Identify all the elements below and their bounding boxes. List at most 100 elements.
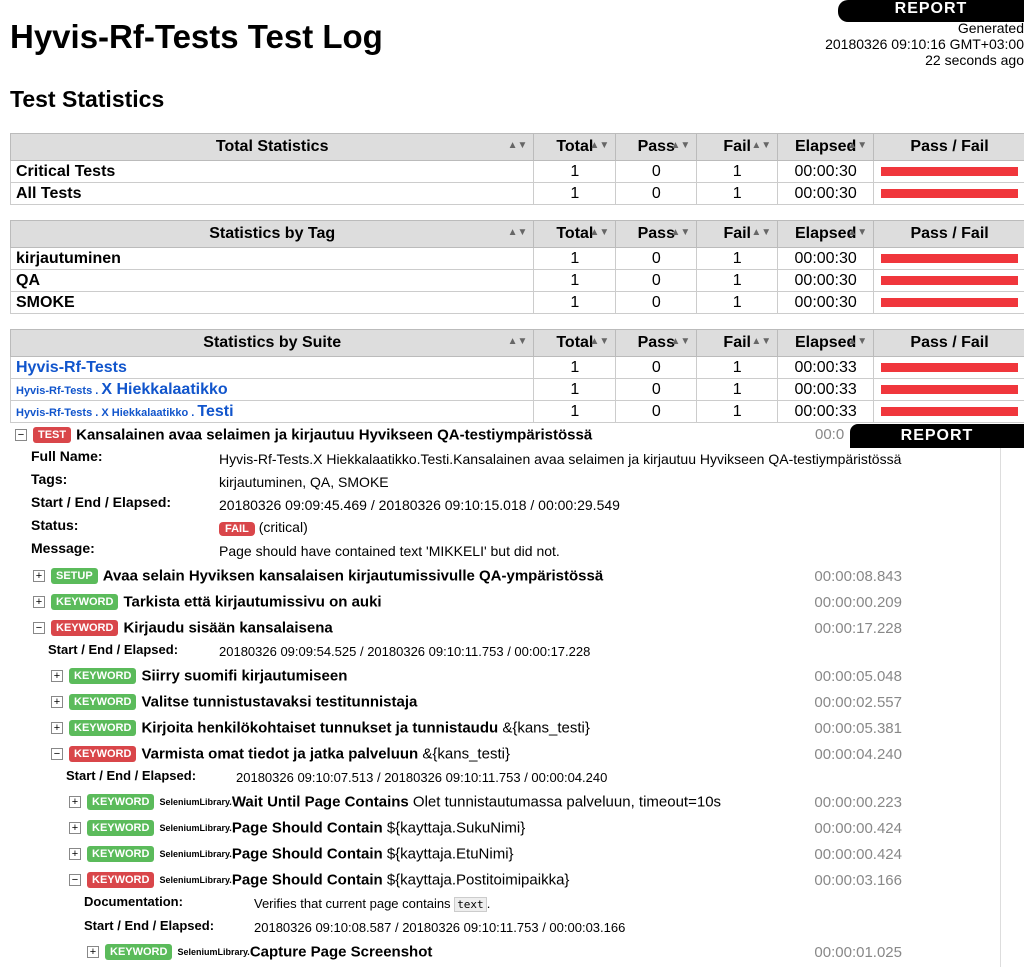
test-header[interactable]: − TEST Kansalainen avaa selaimen ja kirjau… — [15, 426, 592, 444]
keyword-name: Kirjoita henkilökohtaiset tunnukset ja t… — [141, 719, 499, 737]
pass-cell: 0 — [615, 378, 698, 401]
pass-cell: 0 — [615, 247, 698, 270]
fail-column-header[interactable]: Fail ▲▼ — [696, 133, 779, 161]
keyword-elapsed: 00:00:00.424 — [814, 820, 902, 837]
keyword-args: Olet tunnistautumassa palveluun, timeout… — [408, 793, 722, 811]
tag-statistics-header[interactable]: Statistics by Tag ▲▼ — [9, 220, 535, 248]
pass-column-header[interactable]: Pass ▲▼ — [615, 220, 698, 248]
elapsed-cell: 00:00:33 — [777, 400, 875, 423]
library-name: SeleniumLibrary. — [159, 874, 232, 885]
elapsed-column-header[interactable]: Elapsed ▲▼ — [777, 220, 875, 248]
verify-times-label: Start / End / Elapsed: — [66, 768, 197, 783]
keyword-label: KEYWORD — [51, 619, 119, 636]
expand-icon[interactable]: + — [87, 945, 99, 958]
keyword-row[interactable]: − KEYWORD SeleniumLibrary.Page Should Cont… — [69, 871, 569, 889]
times-value: 20180326 09:09:45.469 / 20180326 09:10:1… — [219, 497, 620, 513]
stat-row: All Tests 1 0 1 00:00:30 — [9, 182, 1024, 205]
keyword-elapsed: 00:00:05.381 — [814, 720, 902, 737]
passfail-column-header: Pass / Fail — [873, 220, 1024, 248]
sort-icon: ▲▼ — [589, 227, 610, 238]
keyword-elapsed: 00:00:02.557 — [814, 694, 902, 711]
stat-row: Hyvis-Rf-Tests . X Hiekkalaatikko 1 0 1 00:0… — [9, 378, 1024, 401]
fail-column-header[interactable]: Fail ▲▼ — [696, 329, 779, 357]
pass-fail-bar-cell — [873, 182, 1024, 205]
pass-column-header[interactable]: Pass ▲▼ — [615, 329, 698, 357]
total-column-header[interactable]: Total ▲▼ — [533, 220, 617, 248]
report-link-floating[interactable]: REPORT — [850, 424, 1024, 448]
keyword-row[interactable]: − KEYWORD Kirjaudu sisään kansalaisena — [33, 619, 333, 637]
sort-icon: ▲▼ — [751, 227, 772, 238]
expand-icon[interactable]: + — [33, 595, 45, 608]
sort-icon: ▲▼ — [670, 140, 691, 151]
fail-bar — [881, 363, 1018, 372]
fail-cell: 1 — [696, 291, 779, 314]
pass-fail-bar-cell — [873, 291, 1024, 314]
collapse-icon[interactable]: − — [33, 621, 45, 634]
login-times-label: Start / End / Elapsed: — [48, 642, 179, 657]
collapse-icon[interactable]: − — [51, 747, 63, 760]
keyword-elapsed: 00:00:01.025 — [814, 944, 902, 961]
keyword-label: KEYWORD — [87, 793, 155, 810]
stat-name: kirjautuminen — [9, 247, 535, 270]
expand-icon[interactable]: + — [51, 669, 63, 682]
elapsed-column-header[interactable]: Elapsed ▲▼ — [777, 329, 875, 357]
keyword-args: ${kayttaja.Postitoimipaikka} — [382, 871, 570, 889]
keyword-row[interactable]: + KEYWORD Siirry suomifi kirjautumiseen — [51, 667, 347, 685]
fail-column-header[interactable]: Fail ▲▼ — [696, 220, 779, 248]
test-name: Kansalainen avaa selaimen ja kirjautuu H… — [76, 426, 593, 444]
section-title: Test Statistics — [10, 86, 165, 112]
psc-times-label: Start / End / Elapsed: — [84, 918, 215, 933]
collapse-icon[interactable]: − — [15, 428, 27, 441]
pass-fail-bar-cell — [873, 269, 1024, 292]
keyword-row[interactable]: + KEYWORD SeleniumLibrary.Wait Until Page … — [69, 793, 721, 811]
pass-fail-bar-cell — [873, 160, 1024, 183]
page-title: Hyvis-Rf-Tests Test Log — [10, 18, 383, 55]
keyword-row[interactable]: + KEYWORD SeleniumLibrary.Capture Page Scr… — [87, 943, 432, 961]
total-column-header[interactable]: Total ▲▼ — [533, 133, 617, 161]
keyword-elapsed: 00:00:05.048 — [814, 668, 902, 685]
keyword-row[interactable]: + SETUP Avaa selain Hyviksen kansalaisen k… — [33, 567, 603, 585]
suite-statistics-header[interactable]: Statistics by Suite ▲▼ — [9, 329, 535, 357]
login-times-value: 20180326 09:09:54.525 / 20180326 09:10:1… — [219, 644, 591, 659]
stat-name: QA — [9, 269, 535, 292]
sort-icon: ▲▼ — [670, 336, 691, 347]
message-value: Page should have contained text 'MIKKELI… — [219, 543, 560, 559]
keyword-row[interactable]: − KEYWORD Varmista omat tiedot ja jatka pa… — [51, 745, 510, 763]
keyword-row[interactable]: + KEYWORD SeleniumLibrary.Page Should Cont… — [69, 819, 525, 837]
expand-icon[interactable]: + — [69, 795, 81, 808]
expand-icon[interactable]: + — [33, 569, 45, 582]
keyword-label: KEYWORD — [87, 845, 155, 862]
total-statistics-header[interactable]: Total Statistics ▲▼ — [9, 133, 535, 161]
suite-link[interactable]: Hyvis-Rf-Tests — [9, 356, 535, 379]
expand-icon[interactable]: + — [69, 821, 81, 834]
stat-name: SMOKE — [9, 291, 535, 314]
report-link[interactable]: REPORT — [838, 0, 1024, 22]
suite-link[interactable]: Hyvis-Rf-Tests . X Hiekkalaatikko . Test… — [9, 400, 535, 423]
total-column-header[interactable]: Total ▲▼ — [533, 329, 617, 357]
keyword-row[interactable]: + KEYWORD Valitse tunnistustavaksi testitu… — [51, 693, 417, 711]
keyword-row[interactable]: + KEYWORD Kirjoita henkilökohtaiset tunnuk… — [51, 719, 590, 737]
stat-name: All Tests — [9, 182, 535, 205]
pass-column-header[interactable]: Pass ▲▼ — [615, 133, 698, 161]
elapsed-column-header[interactable]: Elapsed ▲▼ — [777, 133, 875, 161]
expand-icon[interactable]: + — [51, 721, 63, 734]
tags-value: kirjautuminen, QA, SMOKE — [219, 474, 389, 490]
generated-info: Generated 20180326 09:10:16 GMT+03:00 22… — [825, 20, 1024, 68]
pass-cell: 0 — [615, 160, 698, 183]
fail-bar — [881, 189, 1018, 198]
pass-cell: 0 — [615, 269, 698, 292]
fail-cell: 1 — [696, 182, 779, 205]
collapse-icon[interactable]: − — [69, 873, 81, 886]
pass-fail-bar-cell — [873, 378, 1024, 401]
keyword-label: KEYWORD — [69, 745, 137, 762]
sort-icon: ▲▼ — [751, 140, 772, 151]
keyword-row[interactable]: + KEYWORD Tarkista että kirjautumissivu on… — [33, 593, 382, 611]
suite-link[interactable]: Hyvis-Rf-Tests . X Hiekkalaatikko — [9, 378, 535, 401]
keyword-row[interactable]: + KEYWORD SeleniumLibrary.Page Should Cont… — [69, 845, 514, 863]
keyword-args: ${kayttaja.EtuNimi} — [382, 845, 514, 863]
expand-icon[interactable]: + — [51, 695, 63, 708]
pass-cell: 0 — [615, 182, 698, 205]
keyword-name: Capture Page Screenshot — [249, 943, 433, 961]
expand-icon[interactable]: + — [69, 847, 81, 860]
verify-times-value: 20180326 09:10:07.513 / 20180326 09:10:1… — [236, 770, 608, 785]
